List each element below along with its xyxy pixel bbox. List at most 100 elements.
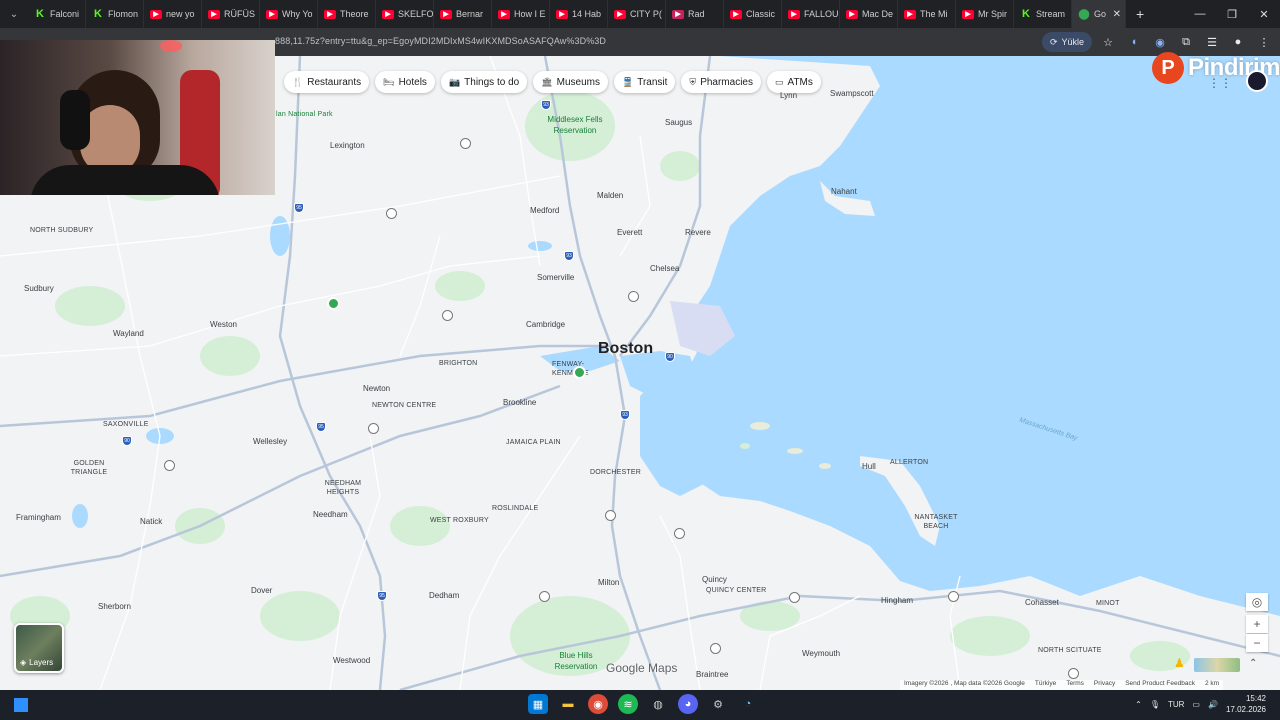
place-label[interactable]: NEEDHAM HEIGHTS bbox=[323, 479, 363, 497]
place-label[interactable]: Saugus bbox=[665, 118, 692, 127]
browser-tab[interactable]: ▶ Why Yo bbox=[260, 0, 318, 28]
place-label[interactable]: Middlesex Fells Reservation bbox=[545, 114, 605, 136]
place-label[interactable]: NEWTON CENTRE bbox=[372, 402, 436, 409]
clock[interactable]: 15:42 17.02.2026 bbox=[1226, 693, 1266, 715]
new-tab-icon[interactable]: + bbox=[1126, 6, 1154, 22]
place-label[interactable]: QUINCY CENTER bbox=[706, 587, 766, 594]
microphone-icon[interactable]: 🎙 bbox=[1150, 700, 1160, 709]
place-label[interactable]: Cohasset bbox=[1025, 598, 1059, 607]
url-text[interactable]: 888,11.75z?entry=ttu&g_ep=EgoyMDI2MDIxMS… bbox=[275, 36, 606, 46]
language-indicator[interactable]: TUR bbox=[1168, 700, 1184, 709]
restore-icon[interactable]: ❐ bbox=[1216, 8, 1248, 21]
extension-icon[interactable]: ◖ bbox=[1124, 32, 1144, 52]
tray-chevron-icon[interactable]: ⌃ bbox=[1135, 700, 1142, 709]
browser-tab[interactable]: ▶ Mac De bbox=[840, 0, 898, 28]
browser-tab[interactable]: ▶ Classic bbox=[724, 0, 782, 28]
footer-feedback-link[interactable]: Send Product Feedback bbox=[1125, 680, 1195, 690]
profile-avatar-icon[interactable]: ● bbox=[1228, 32, 1248, 52]
place-label[interactable]: WEST ROXBURY bbox=[430, 517, 489, 524]
place-label[interactable]: JAMAICA PLAIN bbox=[506, 439, 561, 446]
city-label[interactable]: Boston bbox=[598, 340, 653, 358]
saved-place-pin-icon[interactable] bbox=[327, 297, 340, 310]
place-label[interactable]: Dedham bbox=[429, 591, 459, 600]
chip-pharmacies[interactable]: ⛨ Pharmacies bbox=[681, 71, 761, 93]
place-label[interactable]: Hingham bbox=[881, 596, 913, 605]
windows-start-button[interactable]: ▦ bbox=[528, 694, 548, 714]
place-label[interactable]: ALLERTON bbox=[890, 459, 928, 466]
layers-button[interactable]: ◈ Layers bbox=[14, 623, 64, 673]
browser-tab[interactable]: ▶ new yo bbox=[144, 0, 202, 28]
place-label[interactable]: Needham bbox=[313, 510, 348, 519]
browser-tab[interactable]: ▶ FALLOU bbox=[782, 0, 840, 28]
browser-tab[interactable]: ▶ Bernar bbox=[434, 0, 492, 28]
place-label[interactable]: Malden bbox=[597, 191, 623, 200]
place-label[interactable]: Sudbury bbox=[24, 284, 54, 293]
pegman-icon[interactable]: ♟ bbox=[1174, 656, 1188, 674]
place-label[interactable]: GOLDEN TRIANGLE bbox=[64, 459, 114, 477]
network-icon[interactable]: ▭ bbox=[1192, 700, 1200, 709]
close-window-icon[interactable]: ✕ bbox=[1248, 8, 1280, 21]
zoom-in-button[interactable]: + bbox=[1246, 615, 1268, 633]
place-label[interactable]: Blue Hills Reservation bbox=[548, 650, 604, 672]
place-label[interactable]: Westwood bbox=[333, 656, 370, 665]
place-label[interactable]: Quincy bbox=[702, 575, 727, 584]
browser-tab[interactable]: ▶ Mr Spir bbox=[956, 0, 1014, 28]
chip-transit[interactable]: 🚆 Transit bbox=[614, 71, 676, 93]
place-label[interactable]: Framingham bbox=[16, 513, 61, 522]
menu-icon[interactable]: ⋮ bbox=[1254, 32, 1274, 52]
tab-search-icon[interactable]: ⌄ bbox=[0, 0, 28, 28]
place-label[interactable]: FENWAY-KENMORE bbox=[552, 360, 592, 378]
bookmark-star-icon[interactable]: ☆ bbox=[1098, 32, 1118, 52]
footer-country[interactable]: Türkiye bbox=[1035, 680, 1056, 690]
browser-tab[interactable]: ▶ Theore bbox=[318, 0, 376, 28]
place-label[interactable]: Brookline bbox=[503, 398, 536, 407]
chip-hotels[interactable]: 🛏 Hotels bbox=[375, 71, 435, 93]
browser-tab[interactable]: ▶ How I E bbox=[492, 0, 550, 28]
place-label[interactable]: Lexington bbox=[330, 141, 365, 150]
browser-tab[interactable]: ▶ RÜFÜS bbox=[202, 0, 260, 28]
place-label[interactable]: Nahant bbox=[831, 187, 857, 196]
spotify-icon[interactable]: ≋ bbox=[618, 694, 638, 714]
windows-start-icon[interactable] bbox=[14, 698, 28, 712]
chip-restaurants[interactable]: 🍴 Restaurants bbox=[284, 71, 370, 93]
browser-tab[interactable]: ▶ SKELFO bbox=[376, 0, 434, 28]
volume-icon[interactable]: 🔊 bbox=[1208, 700, 1218, 709]
steam-icon[interactable]: ◔ bbox=[738, 694, 758, 714]
chip-museums[interactable]: 🏛 Museums bbox=[533, 71, 608, 93]
place-label[interactable]: NORTH SUDBURY bbox=[30, 227, 93, 234]
saved-place-pin-icon[interactable] bbox=[573, 366, 586, 379]
scale-label[interactable]: 2 km bbox=[1205, 680, 1219, 690]
place-label[interactable]: Sherborn bbox=[98, 602, 131, 611]
expand-chevron-icon[interactable]: ⌃ bbox=[1249, 658, 1257, 669]
place-label[interactable]: Weymouth bbox=[802, 649, 840, 658]
place-label[interactable]: Natick bbox=[140, 517, 162, 526]
settings-gear-icon[interactable]: ⚙ bbox=[708, 694, 728, 714]
google-apps-icon[interactable]: ⋮⋮ bbox=[1208, 76, 1232, 90]
place-label[interactable]: Lynn bbox=[780, 91, 797, 100]
place-label[interactable]: ROSLINDALE bbox=[492, 505, 538, 512]
place-label[interactable]: Cambridge bbox=[526, 320, 565, 329]
place-label[interactable]: Dover bbox=[251, 586, 272, 595]
place-label[interactable]: Chelsea bbox=[650, 264, 679, 273]
browser-tab[interactable]: ▶ CITY P( bbox=[608, 0, 666, 28]
place-label[interactable]: Braintree bbox=[696, 670, 728, 679]
place-label[interactable]: Wayland bbox=[113, 329, 144, 338]
footer-privacy-link[interactable]: Privacy bbox=[1094, 680, 1115, 690]
place-label[interactable]: Newton bbox=[363, 384, 390, 393]
browser-tab[interactable]: ▶ 14 Hab bbox=[550, 0, 608, 28]
puzzle-icon[interactable]: ⧉ bbox=[1176, 32, 1196, 52]
tab-close-icon[interactable]: ✕ bbox=[1113, 9, 1121, 20]
place-label[interactable]: NANTASKET BEACH bbox=[914, 513, 958, 531]
place-label[interactable]: Somerville bbox=[537, 273, 574, 282]
chip-atms[interactable]: ▭ ATMs bbox=[767, 71, 821, 93]
profile-extension-icon[interactable]: ◉ bbox=[1150, 32, 1170, 52]
place-label[interactable]: SAXONVILLE bbox=[103, 421, 149, 428]
media-icon[interactable]: ☰ bbox=[1202, 32, 1222, 52]
obs-icon[interactable]: ◍ bbox=[648, 694, 668, 714]
place-label[interactable]: Revere bbox=[685, 228, 711, 237]
place-label[interactable]: Milton bbox=[598, 578, 619, 587]
place-label[interactable]: Medford bbox=[530, 206, 559, 215]
place-label[interactable]: Swampscott bbox=[830, 89, 874, 98]
place-label[interactable]: Weston bbox=[210, 320, 237, 329]
place-label[interactable]: NORTH SCITUATE bbox=[1038, 647, 1102, 654]
